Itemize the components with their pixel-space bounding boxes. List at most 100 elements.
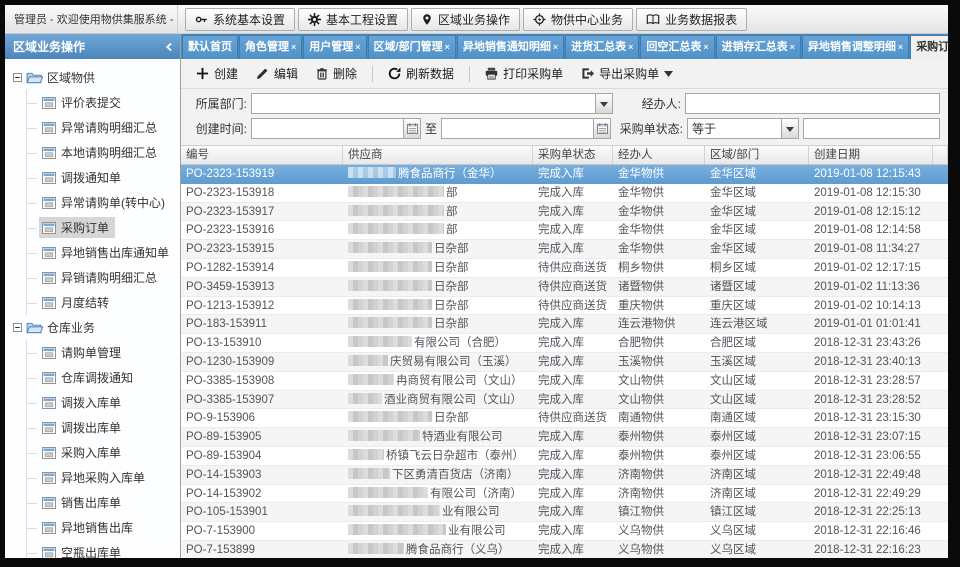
cell-created: 2018-12-31 23:43:26 <box>809 334 933 352</box>
edit-button[interactable]: 编辑 <box>249 61 305 86</box>
table-row[interactable]: PO-183-153911日杂部完成入库连云港物供连云港区域2019-01-01… <box>181 315 948 334</box>
header-region[interactable]: 区域/部门 <box>705 146 809 164</box>
table-row[interactable]: PO-2323-153917部完成入库金华物供金华区域2019-01-08 12… <box>181 203 948 222</box>
delete-button[interactable]: 删除 <box>309 61 364 86</box>
tab-item[interactable]: 用户管理× <box>303 35 366 59</box>
cell-region: 金华区域 <box>705 165 809 183</box>
tab-close-icon[interactable]: × <box>445 42 450 52</box>
redacted-supplier-blur <box>348 186 444 197</box>
tree-item[interactable]: 异常请购单(转中心) <box>27 190 180 215</box>
export-po-button[interactable]: 导出采购单 <box>574 61 680 86</box>
cell-spacer <box>933 485 948 503</box>
tree-item[interactable]: 调拨入库单 <box>27 390 180 415</box>
tab-item[interactable]: 异地销售通知明细× <box>457 35 564 59</box>
tree-item[interactable]: 异常请购明细汇总 <box>27 115 180 140</box>
header-created[interactable]: 创建日期 <box>809 146 933 164</box>
cell-created: 2019-01-02 11:13:36 <box>809 278 933 296</box>
table-row[interactable]: PO-3459-153913日杂部待供应商送货诸暨物供诸暨区域2019-01-0… <box>181 278 948 297</box>
tab-close-icon[interactable]: × <box>628 42 633 52</box>
menu-business-data-reports[interactable]: 业务数据报表 <box>636 8 747 31</box>
header-agent[interactable]: 经办人 <box>613 146 705 164</box>
table-row[interactable]: PO-3385-153907酒业商贸有限公司（文山）完成入库文山物供文山区域20… <box>181 391 948 410</box>
chevron-down-icon[interactable] <box>781 119 798 138</box>
tab-item[interactable]: 回空汇总表× <box>640 35 714 59</box>
tab-close-icon[interactable]: × <box>553 42 558 52</box>
cell-id: PO-2323-153916 <box>181 221 343 239</box>
tree-item[interactable]: 异地销售出库通知单 <box>27 240 180 265</box>
tab-close-icon[interactable]: × <box>291 42 296 52</box>
tree-item[interactable]: 仓库调拨通知 <box>27 365 180 390</box>
tree-item[interactable]: 调拨通知单 <box>27 165 180 190</box>
tab-close-icon[interactable]: × <box>898 42 903 52</box>
tab-item[interactable]: 角色管理× <box>239 35 302 59</box>
department-select[interactable] <box>251 93 613 114</box>
table-row[interactable]: PO-2323-153918部完成入库金华物供金华区域2019-01-08 12… <box>181 184 948 203</box>
header-id[interactable]: 编号 <box>181 146 343 164</box>
tree-item[interactable]: 月度结转 <box>27 290 180 315</box>
menu-supply-center-business[interactable]: 物供中心业务 <box>523 8 633 31</box>
table-row[interactable]: PO-3385-153908冉商贸有限公司（文山）完成入库文山物供文山区域201… <box>181 372 948 391</box>
print-po-button[interactable]: 打印采购单 <box>478 61 570 86</box>
tab-item[interactable]: 默认首页 <box>182 35 238 59</box>
table-row[interactable]: PO-1282-153914日杂部待供应商送货桐乡物供桐乡区域2019-01-0… <box>181 259 948 278</box>
tab-item[interactable]: 进销存汇总表× <box>716 35 801 59</box>
tab-item[interactable]: 进货汇总表× <box>565 35 639 59</box>
calendar-icon[interactable] <box>403 119 420 138</box>
tree-item[interactable]: 采购入库单 <box>27 440 180 465</box>
tree-item[interactable]: 本地请购明细汇总 <box>27 140 180 165</box>
expander-minus-icon <box>13 323 22 332</box>
date-from-input[interactable] <box>251 118 421 139</box>
tab-close-icon[interactable]: × <box>790 42 795 52</box>
table-row[interactable]: PO-7-153899腾食品商行（义乌）完成入库义乌物供义乌区域2018-12-… <box>181 541 948 558</box>
tab-item[interactable]: 采购订单× <box>910 35 948 59</box>
cell-spacer <box>933 353 948 371</box>
header-supplier[interactable]: 供应商 <box>343 146 533 164</box>
sidebar-collapse-icon[interactable] <box>165 42 172 52</box>
status-value-input[interactable] <box>803 118 940 139</box>
tab-close-icon[interactable]: × <box>355 42 360 52</box>
tree-item[interactable]: 异地采购入库单 <box>27 465 180 490</box>
app-title: 管理员 - 欢迎使用物供集服系统 - <box>5 11 177 27</box>
refresh-button[interactable]: 刷新数据 <box>381 61 461 86</box>
tree-item[interactable]: 采购订单 <box>27 215 180 240</box>
tree-item[interactable]: 评价表提交 <box>27 90 180 115</box>
menu-system-basic-settings[interactable]: 系统基本设置 <box>185 8 295 31</box>
table-row[interactable]: PO-9-153906日杂部待供应商送货南通物供南通区域2018-12-31 2… <box>181 409 948 428</box>
table-row[interactable]: PO-14-153903下区勇清百货店（济南）完成入库济南物供济南区域2018-… <box>181 466 948 485</box>
table-row[interactable]: PO-2323-153919腾食品商行（金华）完成入库金华物供金华区域2019-… <box>181 165 948 184</box>
create-button[interactable]: 创建 <box>189 61 245 86</box>
table-row[interactable]: PO-1230-153909庆贸易有限公司（玉溪）完成入库玉溪物供玉溪区域201… <box>181 353 948 372</box>
tab-item[interactable]: 异地销售调整明细× <box>802 35 909 59</box>
menu-label: 基本工程设置 <box>326 11 398 28</box>
date-to-input[interactable] <box>441 118 611 139</box>
agent-input[interactable] <box>685 93 940 114</box>
tree-item[interactable]: 请购单管理 <box>27 340 180 365</box>
chevron-down-icon[interactable] <box>595 94 612 113</box>
table-row[interactable]: PO-2323-153915日杂部完成入库金华物供金华区域2019-01-08 … <box>181 240 948 259</box>
status-operator-select[interactable]: 等于 <box>687 118 799 139</box>
tree-item[interactable]: 空瓶出库单 <box>27 540 180 558</box>
menu-label: 业务数据报表 <box>665 11 737 28</box>
tree-item-label: 异常请购明细汇总 <box>61 119 157 136</box>
tree-folder[interactable]: 仓库业务 <box>13 315 180 340</box>
table-row[interactable]: PO-89-153905特酒业有限公司完成入库泰州物供泰州区域2018-12-3… <box>181 428 948 447</box>
tab-close-icon[interactable]: × <box>703 42 708 52</box>
tree-item[interactable]: 异销请购明细汇总 <box>27 265 180 290</box>
tab-item[interactable]: 区域/部门管理× <box>368 35 456 59</box>
tree-item[interactable]: 销售出库单 <box>27 490 180 515</box>
table-row[interactable]: PO-89-153904桥镇飞云日杂超市（泰州）完成入库泰州物供泰州区域2018… <box>181 447 948 466</box>
table-row[interactable]: PO-14-153902有限公司（济南）完成入库济南物供济南区域2018-12-… <box>181 485 948 504</box>
table-row[interactable]: PO-13-153910有限公司（合肥）完成入库合肥物供合肥区域2018-12-… <box>181 334 948 353</box>
menu-region-business-ops[interactable]: 区域业务操作 <box>411 8 520 31</box>
table-row[interactable]: PO-7-153900业有限公司完成入库义乌物供义乌区域2018-12-31 2… <box>181 522 948 541</box>
tree-item[interactable]: 调拨出库单 <box>27 415 180 440</box>
table-row[interactable]: PO-2323-153916部完成入库金华物供金华区域2019-01-08 12… <box>181 221 948 240</box>
header-status[interactable]: 采购单状态 <box>533 146 613 164</box>
tree-folder[interactable]: 区域物供 <box>13 65 180 90</box>
menu-basic-project-settings[interactable]: 基本工程设置 <box>298 8 408 31</box>
tree-item[interactable]: 异地销售出库 <box>27 515 180 540</box>
calendar-icon[interactable] <box>593 119 610 138</box>
supplier-visible-text: 业有限公司 <box>448 525 506 537</box>
table-row[interactable]: PO-1213-153912日杂部待供应商送货重庆物供重庆区域2019-01-0… <box>181 297 948 316</box>
table-row[interactable]: PO-105-153901业有限公司完成入库镇江物供镇江区域2018-12-31… <box>181 503 948 522</box>
